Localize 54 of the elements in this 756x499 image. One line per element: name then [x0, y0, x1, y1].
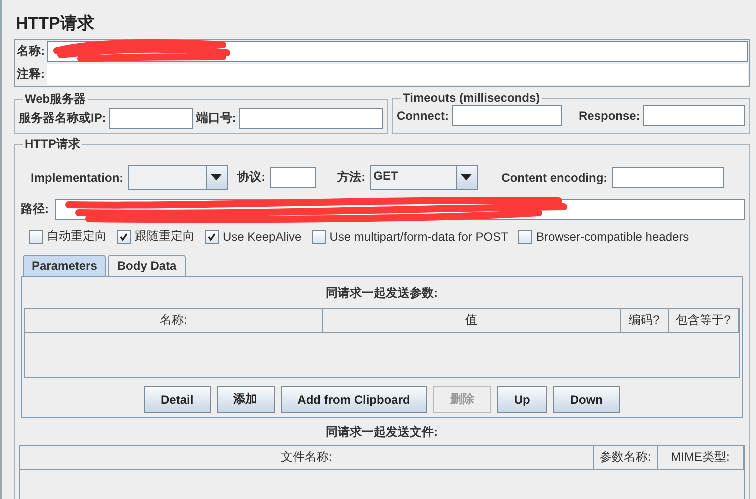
option-checkbox[interactable]: Use KeepAlive: [205, 228, 302, 245]
column-header[interactable]: 文件名称:: [20, 446, 594, 470]
column-header[interactable]: 编码?: [621, 309, 669, 333]
option-checkbox[interactable]: 跟随重定向: [117, 228, 195, 245]
action-button[interactable]: Detail: [144, 386, 211, 413]
timeouts-legend: Timeouts (milliseconds): [401, 91, 542, 105]
column-header[interactable]: 参数名称:: [594, 446, 658, 470]
server-field[interactable]: [109, 108, 194, 129]
page-title: HTTP请求: [15, 13, 96, 35]
checkbox[interactable]: [518, 230, 532, 244]
comment-label: 注释:: [17, 66, 45, 83]
column-header[interactable]: 名称:: [25, 309, 323, 333]
check-icon: [207, 232, 217, 242]
column-header[interactable]: MIME类型:: [658, 446, 744, 470]
option-checkbox[interactable]: Browser-compatible headers: [518, 228, 690, 245]
port-field[interactable]: [239, 108, 383, 129]
checkbox[interactable]: [117, 230, 131, 244]
encoding-label: Content encoding:: [502, 170, 608, 184]
caret-icon: [211, 174, 222, 181]
encoding-field[interactable]: [612, 167, 724, 188]
comment-field[interactable]: [47, 64, 748, 85]
connect-field[interactable]: [452, 105, 562, 126]
action-button[interactable]: Add from Clipboard: [280, 386, 428, 413]
option-checkbox[interactable]: 自动重定向: [29, 228, 107, 245]
tab[interactable]: Parameters: [23, 255, 106, 276]
checkbox[interactable]: [312, 230, 326, 244]
column-header[interactable]: 值: [323, 309, 621, 333]
response-label: Response:: [579, 108, 640, 122]
action-button[interactable]: Down: [553, 386, 620, 413]
checkbox[interactable]: [29, 230, 43, 244]
action-button[interactable]: 添加: [216, 386, 275, 413]
method-label: 方法:: [338, 169, 366, 186]
method-dropdown[interactable]: GET: [370, 165, 478, 190]
protocol-field[interactable]: [270, 167, 316, 188]
action-button[interactable]: Up: [497, 386, 548, 413]
column-header[interactable]: 包含等于?: [669, 309, 739, 333]
option-checkbox[interactable]: Use multipart/form-data for POST: [312, 228, 508, 245]
name-label: 名称:: [17, 43, 45, 60]
connect-label: Connect:: [397, 108, 449, 122]
protocol-label: 协议:: [238, 169, 266, 186]
section-caption: 同请求一起发送文件:: [325, 424, 439, 441]
server-label: 服务器名称或IP:: [19, 110, 106, 127]
tab[interactable]: Body Data: [108, 255, 186, 276]
caret-icon: [461, 174, 472, 181]
implementation-dropdown[interactable]: [128, 165, 228, 190]
checkbox[interactable]: [205, 230, 219, 244]
response-field[interactable]: [643, 105, 745, 126]
web-server-legend: Web服务器: [23, 91, 88, 108]
path-label: 路径:: [21, 201, 49, 218]
implementation-label: Implementation:: [31, 170, 124, 184]
check-icon: [119, 232, 129, 242]
section-caption: 同请求一起发送参数:: [325, 285, 439, 302]
port-label: 端口号:: [196, 110, 236, 127]
http-legend: HTTP请求: [23, 136, 82, 153]
